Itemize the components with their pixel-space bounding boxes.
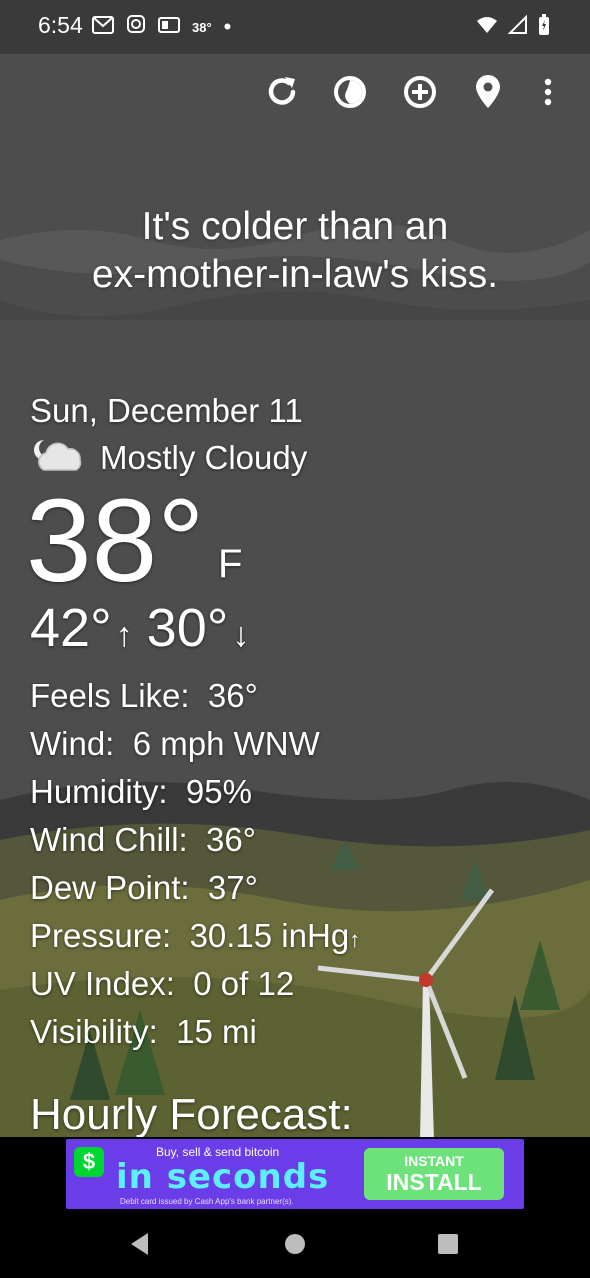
system-icons [476, 14, 550, 42]
ad-fine-print: Debit card issued by Cash App's bank par… [120, 1197, 294, 1206]
ad-bar: $ Buy, sell & send bitcoin in seconds De… [0, 1137, 590, 1211]
high-arrow: ↑ [115, 616, 133, 654]
back-button[interactable] [115, 1221, 165, 1271]
recents-button[interactable] [423, 1221, 473, 1271]
refresh-button[interactable] [260, 72, 304, 116]
temperature-unit: F [218, 542, 243, 586]
pressure-trend-arrow: ↑ [349, 927, 361, 952]
stat-humidity: Humidity: 95% [30, 773, 252, 810]
more-options-button[interactable] [526, 72, 570, 116]
app-toolbar [260, 72, 590, 116]
temp-badge: 38° [192, 19, 212, 35]
home-icon [283, 1232, 307, 1261]
signal-icon [507, 14, 528, 41]
battery-icon [538, 14, 550, 42]
instagram-icon [126, 14, 146, 40]
low-arrow: ↓ [232, 616, 250, 654]
notification-icons: 38° • [92, 14, 231, 40]
add-location-button[interactable] [398, 72, 442, 116]
stat-pressure: Pressure: 30.15 inHg↑ [30, 917, 361, 954]
home-button[interactable] [270, 1221, 320, 1271]
location-button[interactable] [466, 72, 510, 116]
high-temp: 42° [30, 598, 112, 658]
weather-quote: It's colder than an ex-mother-in-law's k… [20, 203, 570, 299]
stat-wind-chill: Wind Chill: 36° [30, 821, 256, 858]
ad-install-button[interactable]: INSTANT INSTALL [364, 1148, 504, 1200]
quote-line-1: It's colder than an [141, 205, 449, 248]
recents-icon [436, 1232, 460, 1261]
high-low-row: 42° ↑ 30° ↓ [30, 598, 263, 658]
cash-app-logo: $ [74, 1147, 104, 1177]
condition-text: Mostly Cloudy [100, 439, 308, 476]
status-bar: 6:54 38° • [0, 0, 590, 54]
ad-headline: in seconds [116, 1157, 330, 1197]
news-icon [158, 14, 180, 40]
hourly-forecast-title: Hourly Forecast: [30, 1090, 353, 1139]
theme-button[interactable] [328, 72, 372, 116]
location-pin-icon [473, 73, 503, 116]
low-temp: 30° [146, 598, 229, 658]
weather-app-screen: 6:54 38° • It's colder than an ex-mother… [0, 0, 590, 1278]
stat-dew-point: Dew Point: 37° [30, 869, 258, 906]
theme-icon [331, 73, 369, 116]
ad-button-line2: INSTALL [386, 1169, 482, 1195]
stat-visibility: Visibility: 15 mi [30, 1013, 257, 1050]
add-location-icon [401, 73, 439, 116]
ad-button-line1: INSTANT [404, 1153, 464, 1169]
wifi-icon [476, 15, 498, 41]
stat-wind: Wind: 6 mph WNW [30, 725, 320, 762]
more-vert-icon [543, 77, 553, 112]
condition-row: Mostly Cloudy [30, 436, 307, 480]
partly-cloudy-night-icon [30, 436, 86, 481]
stat-uv-index: UV Index: 0 of 12 [30, 965, 295, 1002]
quote-line-2: ex-mother-in-law's kiss. [91, 253, 499, 296]
ad-banner[interactable]: $ Buy, sell & send bitcoin in seconds De… [66, 1139, 524, 1209]
gmail-icon [92, 14, 114, 40]
back-icon [128, 1231, 152, 1262]
current-temperature: 38° [26, 475, 205, 607]
notification-dot: • [223, 14, 232, 39]
date-label: Sun, December 11 [30, 392, 303, 429]
status-time: 6:54 [38, 12, 83, 38]
system-nav-bar [0, 1211, 590, 1278]
refresh-icon [263, 73, 301, 116]
stat-feels-like: Feels Like: 36° [30, 677, 258, 714]
